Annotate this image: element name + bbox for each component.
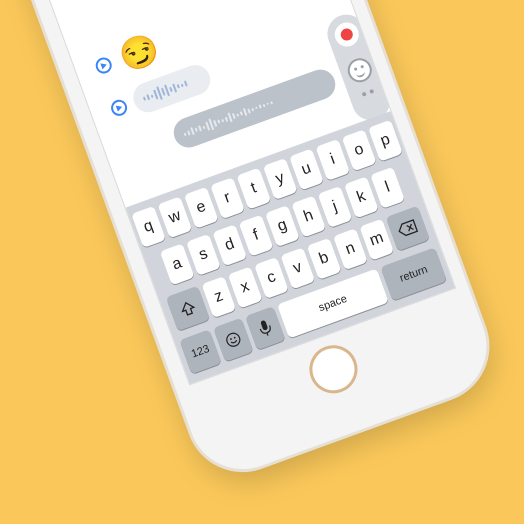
emoji-smirk: 😏 xyxy=(114,28,165,77)
delete-key[interactable] xyxy=(385,205,430,252)
messages-screen: 😍 😏 xyxy=(27,0,457,386)
keyboard: q w e r t y u i o p a s d f g h j k l z … xyxy=(125,111,455,385)
message-emoji-2: 😏 xyxy=(91,28,165,84)
record-icon xyxy=(339,26,355,43)
emoji-icon xyxy=(226,332,241,347)
recording-waveform xyxy=(182,95,277,141)
play-icon[interactable] xyxy=(93,55,114,76)
waveform xyxy=(141,76,191,106)
phone: 😍 😏 xyxy=(0,0,502,485)
audio-message xyxy=(108,97,130,119)
delete-icon xyxy=(398,219,419,237)
record-button[interactable] xyxy=(331,19,363,50)
shift-key[interactable] xyxy=(165,285,210,332)
home-button[interactable] xyxy=(302,338,365,401)
scene: 😍 😏 xyxy=(0,0,524,524)
emoji-icon[interactable] xyxy=(344,54,376,86)
page-dots xyxy=(361,88,375,97)
play-icon[interactable] xyxy=(108,97,130,119)
microphone-icon xyxy=(259,320,271,336)
audio-controls xyxy=(322,9,396,126)
return-key[interactable]: return xyxy=(380,247,448,301)
shift-icon xyxy=(181,301,196,316)
